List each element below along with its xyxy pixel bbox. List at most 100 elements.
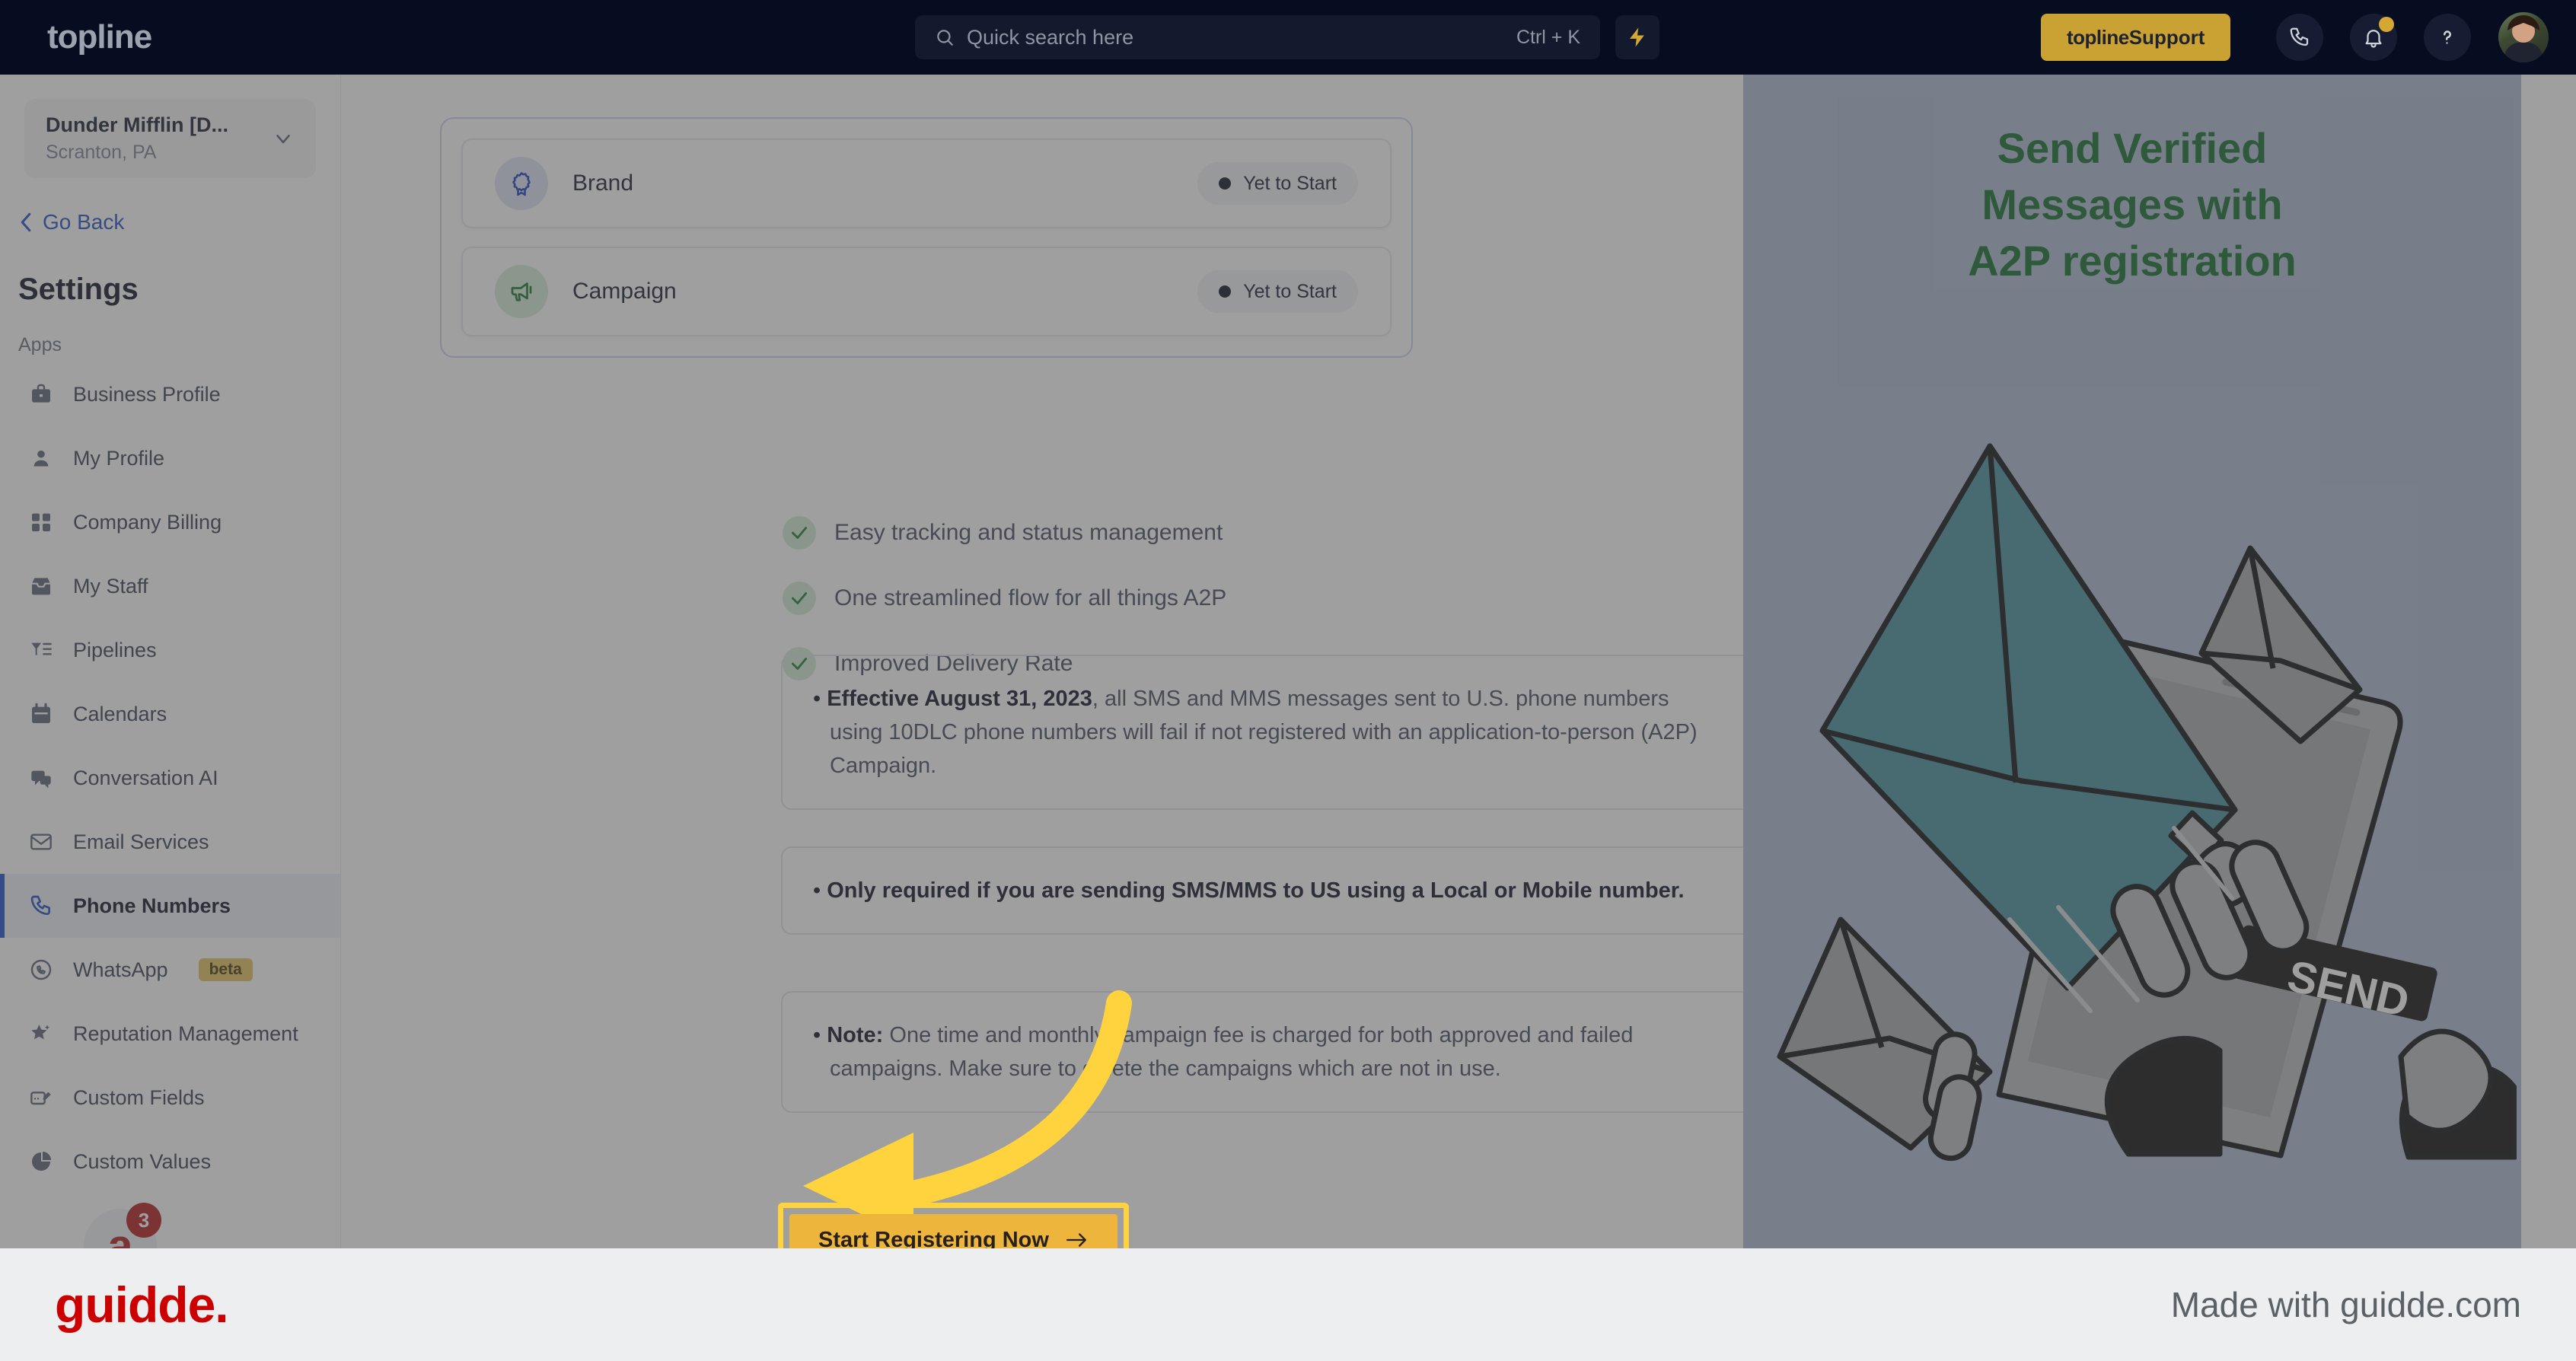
- note-2-bold: Only required if you are sending SMS/MMS…: [827, 878, 1685, 903]
- search-shortcut-hint: Ctrl + K: [1516, 26, 1580, 48]
- check-icon: [783, 582, 816, 615]
- award-badge-icon: [512, 172, 531, 196]
- sidebar-item-label: Custom Fields: [73, 1085, 205, 1109]
- sidebar-item-custom-values[interactable]: Custom Values: [0, 1130, 340, 1194]
- megaphone-icon: [511, 282, 532, 301]
- chevron-down-icon: [276, 135, 290, 144]
- sidebar-item-label: My Staff: [73, 574, 148, 598]
- sidebar-item-label: Conversation AI: [73, 766, 218, 789]
- sidebar-item-label: Pipelines: [73, 638, 157, 661]
- bullet-icon: •: [813, 1023, 821, 1047]
- help-button[interactable]: [2424, 14, 2471, 61]
- phone-icon: [2290, 27, 2309, 46]
- sidebar-item-label: Email Services: [73, 830, 209, 853]
- whatsapp-icon: [30, 959, 52, 980]
- promo-panel: Send Verified Messages with A2P registra…: [1743, 75, 2521, 1248]
- benefit-label: Easy tracking and status management: [834, 520, 1223, 545]
- bullet-icon: •: [813, 878, 821, 903]
- benefit-item: One streamlined flow for all things A2P: [783, 582, 1226, 615]
- sidebar-item-custom-fields[interactable]: Custom Fields: [0, 1066, 340, 1130]
- sidebar-item-business-profile[interactable]: Business Profile: [0, 362, 340, 426]
- support-label: Support: [2128, 25, 2205, 49]
- made-with-guidde-text: Made with guidde.com: [2170, 1285, 2521, 1324]
- note-1-bold: Effective August 31, 2023: [827, 687, 1092, 711]
- sidebar-item-calendars[interactable]: Calendars: [0, 682, 340, 746]
- sidebar-item-my-profile[interactable]: My Profile: [0, 426, 340, 490]
- promo-title-line-3: A2P registration: [1968, 236, 2297, 285]
- sidebar-item-label: Business Profile: [73, 382, 221, 406]
- sidebar-item-phone-numbers[interactable]: Phone Numbers: [0, 874, 340, 938]
- sidebar-item-company-billing[interactable]: Company Billing: [0, 490, 340, 554]
- sidebar-item-label: Phone Numbers: [73, 894, 231, 917]
- quick-actions-button[interactable]: [1615, 15, 1659, 59]
- guidde-logo: guidde.: [55, 1277, 229, 1333]
- location-switcher[interactable]: Dunder Mifflin [D... Scranton, PA: [24, 99, 316, 178]
- go-back-link[interactable]: Go Back: [18, 210, 340, 234]
- notifications-button[interactable]: [2350, 14, 2397, 61]
- sidebar: Dunder Mifflin [D... Scranton, PA Go Bac…: [0, 75, 341, 1248]
- lightning-bolt-icon: [1630, 27, 1644, 47]
- envelope-icon: [30, 833, 52, 850]
- campaign-status-badge: Yet to Start: [1197, 270, 1358, 313]
- top-navigation-bar: topline Ctrl + K topline Support: [0, 0, 2576, 75]
- note-fee: • Note: One time and monthly campaign fe…: [781, 991, 1743, 1114]
- brand-icon-wrap: [495, 157, 548, 210]
- bullet-icon: •: [813, 687, 821, 711]
- brand-card[interactable]: Brand Yet to Start: [461, 139, 1392, 228]
- campaign-card-label: Campaign: [572, 279, 677, 304]
- sidebar-nav-list: Business Profile My Profile Company Billin…: [0, 362, 340, 1194]
- topline-support-button[interactable]: topline Support: [2041, 14, 2231, 61]
- note-requirement: • Only required if you are sending SMS/M…: [781, 846, 1743, 935]
- location-sub: Scranton, PA: [46, 142, 157, 163]
- sidebar-item-my-staff[interactable]: My Staff: [0, 554, 340, 618]
- content-heading-cutoff: [440, 75, 449, 87]
- status-dot-icon: [1219, 285, 1232, 298]
- phone-icon: [30, 895, 50, 915]
- registration-cards-frame: Brand Yet to Start Campaign Yet to Start: [440, 117, 1413, 358]
- sidebar-item-reputation-management[interactable]: Reputation Management: [0, 1002, 340, 1066]
- check-icon: [783, 516, 816, 550]
- avatar[interactable]: [2498, 12, 2549, 62]
- sidebar-item-pipelines[interactable]: Pipelines: [0, 618, 340, 682]
- page-title: Settings: [18, 273, 139, 306]
- promo-title: Send Verified Messages with A2P registra…: [1743, 120, 2521, 289]
- sidebar-item-email-services[interactable]: Email Services: [0, 810, 340, 874]
- note-effective-date: • Effective August 31, 2023, all SMS and…: [781, 655, 1743, 811]
- sidebar-item-label: WhatsApp: [73, 958, 168, 981]
- sidebar-item-conversation-ai[interactable]: Conversation AI: [0, 746, 340, 810]
- guidde-footer: guidde. Made with guidde.com: [0, 1248, 2576, 1361]
- benefit-item: Easy tracking and status management: [783, 516, 1226, 550]
- inbox-icon: [30, 578, 52, 595]
- cta-label: Start Registering Now: [818, 1227, 1049, 1249]
- note-3-bold: Note:: [827, 1023, 884, 1047]
- filter-icon: [31, 642, 52, 655]
- benefit-label: One streamlined flow for all things A2P: [834, 585, 1227, 610]
- brand-status-text: Yet to Start: [1243, 172, 1337, 194]
- notification-indicator-dot: [2379, 17, 2394, 32]
- support-brand-label: topline: [2067, 25, 2129, 49]
- search-input[interactable]: [967, 25, 1516, 49]
- go-back-label: Go Back: [43, 210, 125, 234]
- status-dot-icon: [1219, 177, 1232, 190]
- campaign-card[interactable]: Campaign Yet to Start: [461, 247, 1392, 336]
- brand-status-badge: Yet to Start: [1197, 162, 1358, 205]
- question-mark-icon: [2444, 30, 2451, 44]
- global-search[interactable]: Ctrl + K: [915, 15, 1600, 59]
- sidebar-item-whatsapp[interactable]: WhatsApp beta: [0, 938, 340, 1002]
- edit-field-icon: [30, 1092, 51, 1105]
- start-registering-now-button[interactable]: Start Registering Now: [789, 1214, 1117, 1248]
- note-3-rest: One time and monthly campaign fee is cha…: [830, 1023, 1634, 1082]
- topline-logo: topline: [47, 18, 152, 56]
- beta-badge: beta: [198, 958, 253, 981]
- campaign-status-text: Yet to Start: [1243, 280, 1337, 302]
- sidebar-item-label: Company Billing: [73, 510, 222, 534]
- search-icon: [937, 30, 953, 46]
- calendar-icon: [32, 703, 50, 723]
- sidebar-item-label: My Profile: [73, 446, 165, 470]
- application-window: topline Ctrl + K topline Support: [0, 0, 2576, 1248]
- campaign-icon-wrap: [495, 265, 548, 318]
- chat-bubbles-icon: [31, 770, 51, 789]
- sidebar-section-label: Apps: [18, 334, 62, 355]
- call-button[interactable]: [2276, 14, 2323, 61]
- sidebar-item-label: Custom Values: [73, 1149, 212, 1173]
